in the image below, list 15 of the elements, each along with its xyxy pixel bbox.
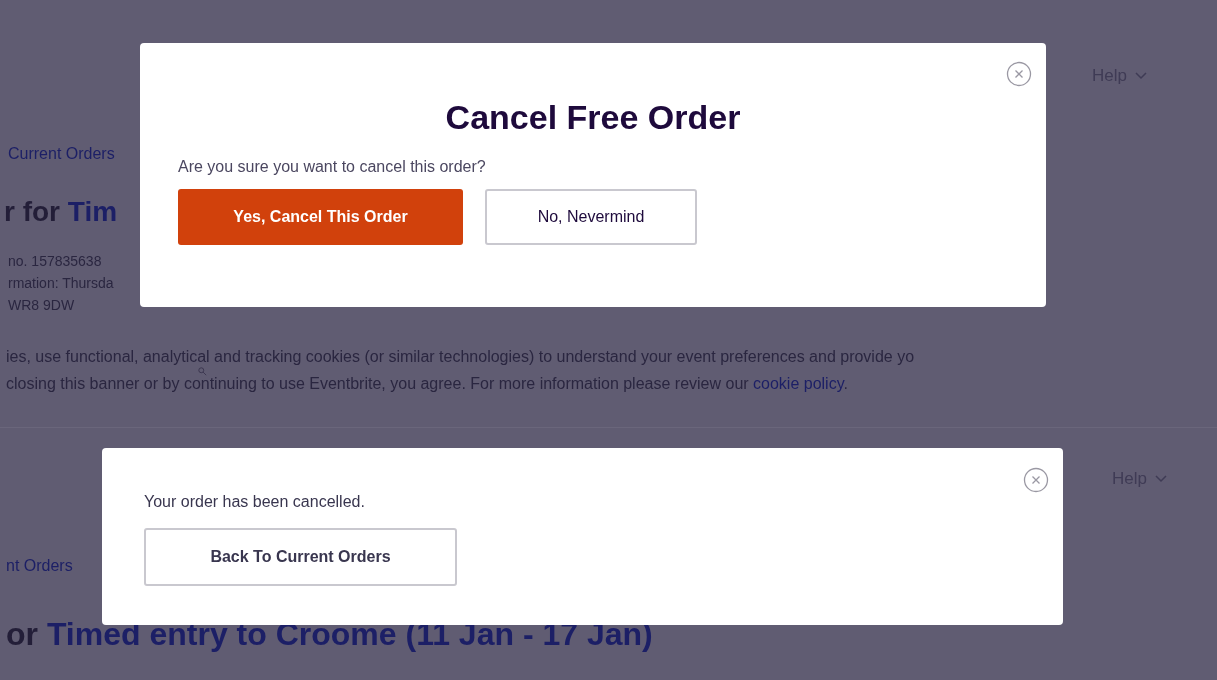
confirmation-message: Your order has been cancelled. xyxy=(144,492,365,512)
chevron-icon xyxy=(1155,475,1167,483)
cookie-policy-link[interactable]: cookie policy xyxy=(753,375,844,392)
breadcrumb-link[interactable]: Current Orders xyxy=(8,145,115,162)
page-heading: r for Tim xyxy=(4,196,118,227)
close-icon[interactable] xyxy=(1006,61,1032,87)
breadcrumb-link[interactable]: nt Orders xyxy=(6,557,73,574)
dismiss-button[interactable]: No, Nevermind xyxy=(485,189,697,245)
dialog-title: Cancel Free Order xyxy=(445,97,741,138)
confirm-cancel-button[interactable]: Yes, Cancel This Order xyxy=(178,189,463,245)
chevron-icon xyxy=(1135,71,1147,80)
back-to-orders-button[interactable]: Back To Current Orders xyxy=(144,528,457,586)
magnifier-icon xyxy=(198,366,207,376)
close-icon[interactable] xyxy=(1023,467,1049,493)
dialog-message: Are you sure you want to cancel this order? xyxy=(178,157,486,177)
